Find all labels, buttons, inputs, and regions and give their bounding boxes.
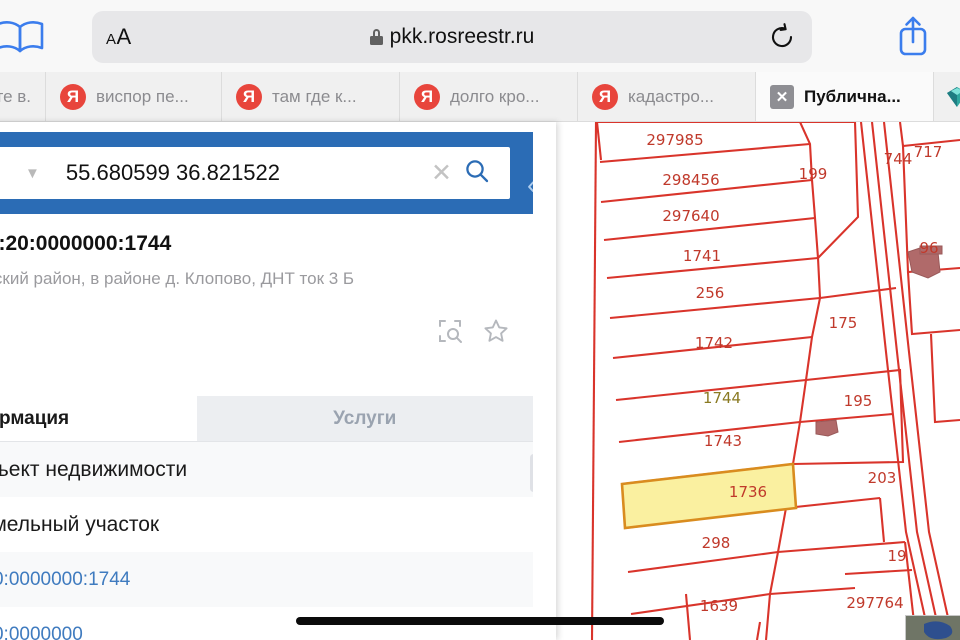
parcel-label: 297640 bbox=[662, 207, 720, 225]
parcel-label: 1736 bbox=[728, 483, 768, 501]
browser-window: AA pkk.rosreestr.ru е в. Я виспор пе... … bbox=[0, 0, 960, 640]
close-icon[interactable]: ✕ bbox=[431, 160, 452, 186]
parcel-label: 1742 bbox=[694, 334, 734, 352]
tab-label: долго кро... bbox=[450, 86, 540, 106]
favorite-star-icon[interactable] bbox=[483, 318, 509, 349]
info-value[interactable]: 50:20:0000000:1744 bbox=[0, 569, 130, 591]
parcel-label: 298456 bbox=[662, 171, 720, 189]
tab-label: те в. bbox=[0, 86, 31, 106]
gem-icon bbox=[943, 83, 960, 111]
parcel-label: 175 bbox=[828, 314, 858, 332]
search-input[interactable] bbox=[65, 160, 432, 186]
parcel-label: 1743 bbox=[703, 432, 743, 450]
tab-item[interactable] bbox=[934, 72, 960, 121]
parcel-label: 199 bbox=[798, 165, 828, 183]
info-row: й номер: 50:20:0000000:1744 bbox=[0, 552, 533, 607]
tab-services[interactable]: Услуги bbox=[196, 396, 533, 441]
bookmarks-icon[interactable] bbox=[0, 16, 46, 56]
tab-label: там где к... bbox=[272, 86, 357, 106]
parcel-label: 717 bbox=[913, 143, 943, 161]
url-display: pkk.rosreestr.ru bbox=[92, 25, 812, 49]
tab-information[interactable]: ормация bbox=[0, 396, 197, 441]
object-info-panel: стки ▼ ✕ ‹ ый участок 50:20:0000000:1744… bbox=[0, 122, 556, 640]
parcel-label: 744 bbox=[883, 150, 913, 168]
object-title: ый участок 50:20:0000000:1744 bbox=[0, 232, 172, 255]
address-bar[interactable]: AA pkk.rosreestr.ru bbox=[92, 11, 812, 63]
parcel-label: 1639 bbox=[699, 597, 739, 615]
share-icon[interactable] bbox=[892, 12, 934, 60]
tab-item-active[interactable]: ✕ Публична... bbox=[756, 72, 934, 121]
tab-label: виспор пе... bbox=[96, 86, 189, 106]
parcel-label: 256 bbox=[695, 284, 725, 302]
close-box-icon[interactable]: ✕ bbox=[770, 84, 794, 109]
info-list[interactable]: Объект недвижимости Земельный участок й … bbox=[0, 442, 533, 640]
yandex-icon: Я bbox=[414, 83, 440, 110]
zoom-to-object-icon[interactable] bbox=[437, 318, 463, 349]
parcel-label: 96 bbox=[919, 239, 939, 257]
tab-item[interactable]: Я долго кро... bbox=[400, 72, 578, 121]
parcel-label: 298 bbox=[701, 534, 731, 552]
tab-item[interactable]: Я там где к... bbox=[222, 72, 400, 121]
card-action-group bbox=[437, 318, 509, 349]
tab-strip: те в. Я виспор пе... Я там где к... Я до… bbox=[0, 72, 960, 122]
browser-toolbar: AA pkk.rosreestr.ru bbox=[0, 0, 960, 72]
parcel-label: 1741 bbox=[682, 247, 722, 265]
tab-item[interactable]: те в. bbox=[0, 72, 46, 121]
info-value: Земельный участок bbox=[0, 512, 160, 536]
tab-label: кадастро... bbox=[628, 86, 715, 106]
search-icon[interactable] bbox=[464, 158, 490, 189]
tab-label: Публична... bbox=[804, 86, 901, 106]
minimap-inset[interactable] bbox=[905, 615, 960, 640]
tab-item[interactable]: Я кадастро... bbox=[578, 72, 756, 121]
object-address: область, Одинцовский район, в районе д. … bbox=[0, 269, 355, 288]
yandex-icon: Я bbox=[592, 83, 618, 110]
parcel-label: 19 bbox=[887, 547, 907, 565]
panel-edge bbox=[533, 122, 556, 640]
info-row: Объект недвижимости bbox=[0, 442, 533, 497]
tab-item[interactable]: Я виспор пе... bbox=[46, 72, 222, 121]
parcel-label: 297764 bbox=[846, 594, 904, 612]
info-value[interactable]: 50:20:0000000 bbox=[0, 624, 83, 640]
search-bar-container: стки ▼ ✕ ‹ bbox=[0, 132, 556, 214]
home-indicator bbox=[296, 617, 664, 625]
parcel-label: 203 bbox=[867, 469, 897, 487]
parcel-label: 195 bbox=[843, 392, 873, 410]
highlighted-parcel-1744 bbox=[620, 462, 798, 530]
search-box[interactable]: стки ▼ ✕ bbox=[0, 147, 510, 199]
yandex-icon: Я bbox=[60, 83, 86, 110]
url-text: pkk.rosreestr.ru bbox=[389, 25, 535, 48]
parcel-label: 297985 bbox=[646, 131, 704, 149]
chevron-down-icon[interactable]: ▼ bbox=[25, 165, 40, 182]
panel-tabs: ормация Услуги bbox=[0, 396, 533, 442]
parcel-label-highlighted: 1744 bbox=[702, 389, 742, 407]
object-card: ый участок 50:20:0000000:1744 область, О… bbox=[0, 214, 533, 343]
reload-icon[interactable] bbox=[768, 23, 796, 51]
yandex-icon: Я bbox=[236, 83, 262, 110]
info-row: Земельный участок bbox=[0, 497, 533, 552]
info-value: Объект недвижимости bbox=[0, 457, 188, 481]
lock-icon bbox=[369, 29, 383, 45]
